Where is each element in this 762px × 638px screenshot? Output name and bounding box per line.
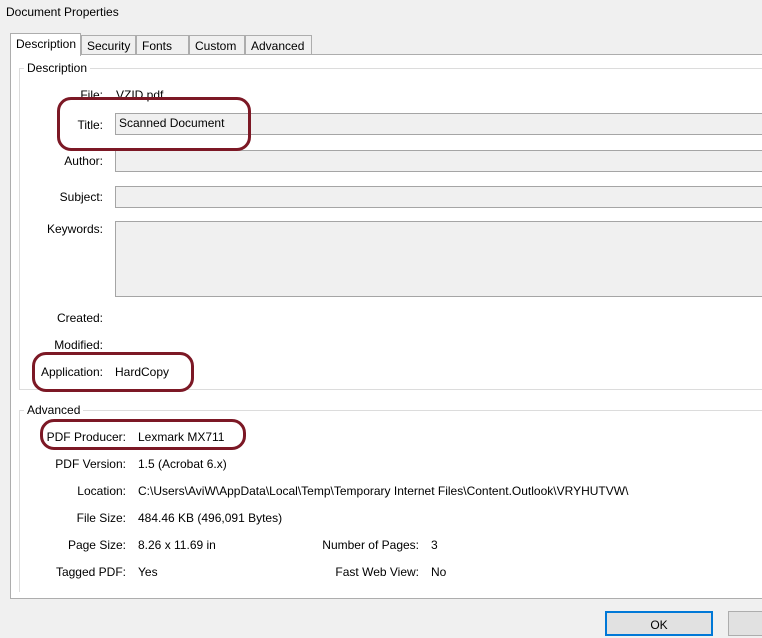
application-highlight-oval: [32, 352, 194, 392]
page-size-label: Page Size:: [67, 538, 126, 552]
tab-custom[interactable]: Custom: [189, 35, 245, 55]
page-size-value: 8.26 x 11.69 in: [138, 538, 216, 552]
location-label: Location:: [77, 484, 126, 498]
ok-button[interactable]: OK: [605, 611, 713, 636]
number-of-pages-value: 3: [431, 538, 438, 552]
pdf-version-value: 1.5 (Acrobat 6.x): [138, 457, 227, 471]
tab-security[interactable]: Security: [81, 35, 136, 55]
advanced-group-top: [19, 410, 762, 411]
subject-field[interactable]: [115, 186, 762, 208]
tab-description[interactable]: Description: [10, 33, 81, 56]
file-size-label: File Size:: [76, 511, 126, 525]
keywords-field[interactable]: [115, 221, 762, 297]
fast-web-view-label: Fast Web View:: [335, 565, 419, 579]
fast-web-view-value: No: [431, 565, 447, 579]
advanced-group-label: Advanced: [24, 403, 84, 417]
cancel-button[interactable]: [728, 611, 762, 636]
description-group-top: [19, 68, 762, 69]
author-label: Author:: [64, 154, 103, 168]
pdf-version-label: PDF Version:: [55, 457, 126, 471]
tab-advanced[interactable]: Advanced: [245, 35, 312, 55]
description-group-label: Description: [24, 61, 91, 75]
file-size-value: 484.46 KB (496,091 Bytes): [138, 511, 283, 525]
location-value: C:\Users\AviW\AppData\Local\Temp\Tempora…: [138, 484, 629, 498]
subject-label: Subject:: [59, 190, 103, 204]
tagged-pdf-value: Yes: [138, 565, 158, 579]
keywords-label: Keywords:: [46, 222, 103, 236]
number-of-pages-label: Number of Pages:: [322, 538, 419, 552]
modified-label: Modified:: [54, 338, 103, 352]
author-field[interactable]: [115, 150, 762, 172]
window-title: Document Properties: [6, 5, 119, 19]
tab-fonts[interactable]: Fonts: [136, 35, 189, 55]
created-label: Created:: [56, 311, 103, 325]
tab-strip: Description Security Fonts Custom Advanc…: [10, 33, 762, 56]
pdf-producer-highlight-oval: [40, 419, 246, 450]
title-highlight-oval: [57, 97, 251, 151]
tagged-pdf-label: Tagged PDF:: [55, 565, 126, 579]
